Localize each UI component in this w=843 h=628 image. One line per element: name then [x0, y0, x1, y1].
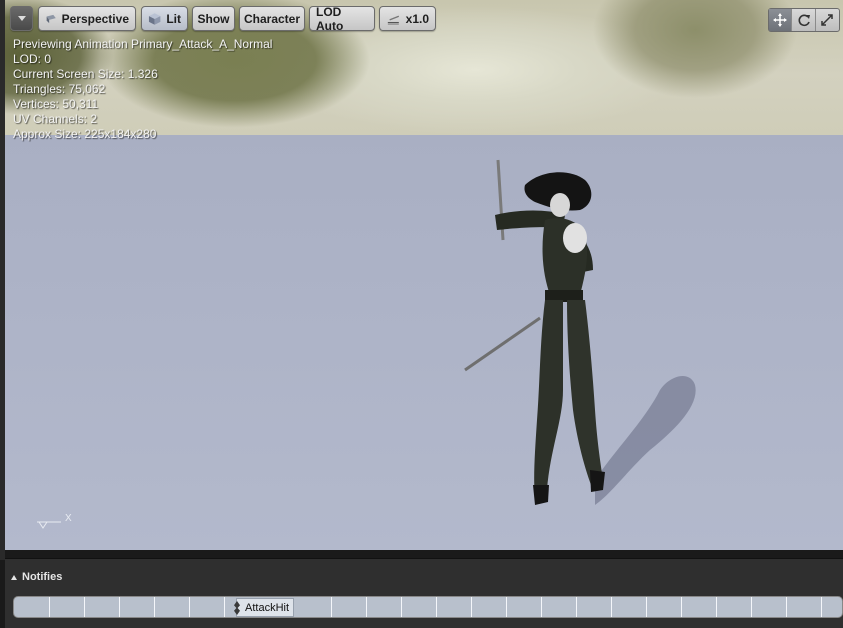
track-cell [682, 597, 717, 617]
track-cell [50, 597, 85, 617]
lit-button[interactable]: Lit [141, 6, 188, 31]
playback-speed-button[interactable]: x1.0 [379, 6, 436, 31]
notify-event-label: AttackHit [245, 601, 290, 614]
chevron-down-icon [17, 16, 26, 21]
track-cell [85, 597, 120, 617]
stats-screen-size-line: Current Screen Size: 1.326 [13, 67, 158, 81]
track-cell [507, 597, 542, 617]
character-mesh [464, 159, 696, 505]
track-cell [367, 597, 402, 617]
collapse-icon [11, 574, 17, 580]
speed-label: x1.0 [405, 11, 429, 26]
notifies-title: Notifies [22, 571, 63, 583]
track-cell [120, 597, 155, 617]
lit-label: Lit [166, 11, 181, 26]
track-cell [752, 597, 787, 617]
rotate-icon [798, 14, 810, 27]
translate-icon [773, 13, 788, 27]
track-cell [332, 597, 367, 617]
track-cell [787, 597, 822, 617]
notifies-panel: Notifies AttackHit [5, 558, 843, 628]
track-cell [190, 597, 225, 617]
show-label: Show [197, 11, 230, 26]
track-cell [647, 597, 682, 617]
animation-viewport[interactable]: Perspective Lit Show Character LOD Auto [5, 0, 843, 550]
cube-icon [148, 12, 161, 25]
track-cell [402, 597, 437, 617]
track-cell [437, 597, 472, 617]
maximize-icon [821, 14, 834, 26]
stats-preview-line: Previewing Animation Primary_Attack_A_No… [13, 37, 273, 51]
speed-icon [387, 15, 400, 25]
perspective-icon [46, 14, 56, 23]
character-button[interactable]: Character [239, 6, 305, 31]
track-cell [14, 597, 50, 617]
character-label: Character [243, 11, 301, 26]
track-cell [717, 597, 752, 617]
track-cell [155, 597, 190, 617]
viewport-toolbar: Perspective Lit Show Character LOD Auto [5, 4, 843, 33]
stats-approx-size-line: Approx Size: 225x184x280 [13, 127, 157, 141]
notifies-header[interactable]: Notifies [11, 571, 62, 583]
stats-uv-channels-line: UV Channels: 2 [13, 112, 98, 126]
transform-mode-group [768, 8, 840, 32]
lod-label: LOD Auto [316, 4, 344, 33]
axis-x-label: X [65, 513, 72, 524]
translate-button[interactable] [769, 9, 793, 31]
stats-lod-line: LOD: 0 [13, 52, 52, 66]
track-cell [297, 597, 332, 617]
stats-vertices-line: Vertices: 50,311 [13, 97, 99, 111]
track-cell [577, 597, 612, 617]
perspective-button[interactable]: Perspective [38, 6, 136, 31]
viewport-stats-overlay: Previewing Animation Primary_Attack_A_No… [13, 37, 272, 142]
rotate-button[interactable] [792, 9, 816, 31]
notify-track[interactable]: AttackHit [13, 596, 843, 618]
viewport-options-button[interactable] [10, 6, 33, 31]
maximize-button[interactable] [816, 9, 839, 31]
notify-event-attackhit[interactable]: AttackHit [234, 598, 295, 617]
stats-triangles-line: Triangles: 75,062 [13, 82, 106, 96]
track-cell [612, 597, 647, 617]
track-cell [542, 597, 577, 617]
show-button[interactable]: Show [192, 6, 235, 31]
lod-button[interactable]: LOD Auto [309, 4, 375, 33]
notify-handle-icon [234, 601, 240, 615]
axis-gizmo-icon [37, 521, 61, 529]
track-cell [472, 597, 507, 617]
perspective-label: Perspective [61, 11, 129, 26]
